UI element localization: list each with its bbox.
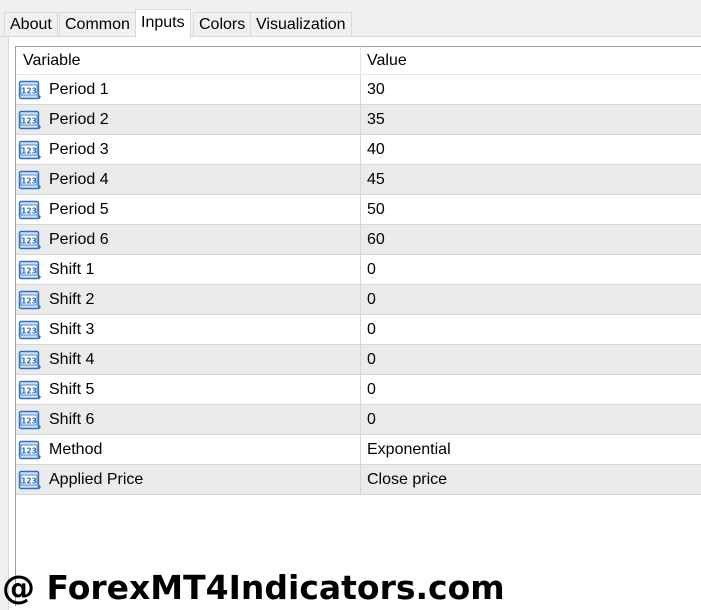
numeric-123-icon: 123	[18, 470, 41, 490]
variable-cell: 123 Shift 5	[16, 375, 361, 404]
numeric-123-icon: 123	[18, 110, 41, 130]
variable-name: Method	[49, 441, 103, 458]
table-row[interactable]: 123 Period 2 35	[16, 105, 701, 135]
numeric-123-icon: 123	[18, 200, 41, 220]
numeric-123-icon: 123	[18, 260, 41, 280]
value-cell[interactable]: Exponential	[361, 435, 701, 464]
variable-cell: 123 Shift 4	[16, 345, 361, 374]
numeric-123-icon: 123	[18, 350, 41, 370]
variable-cell: 123 Method	[16, 435, 361, 464]
column-header-variable[interactable]: Variable	[16, 47, 361, 74]
svg-text:123: 123	[21, 356, 37, 365]
grid-header: Variable Value	[16, 47, 701, 75]
variable-cell: 123 Shift 6	[16, 405, 361, 434]
numeric-123-icon: 123	[18, 230, 41, 250]
svg-text:123: 123	[21, 386, 37, 395]
svg-text:123: 123	[21, 296, 37, 305]
tab-strip: About Common Inputs Colors Visualization	[0, 0, 701, 38]
variable-name: Period 1	[49, 81, 109, 98]
tab-common[interactable]: Common	[59, 12, 136, 36]
value-cell[interactable]: 35	[361, 105, 701, 134]
value-cell[interactable]: 60	[361, 225, 701, 254]
svg-text:123: 123	[21, 416, 37, 425]
value-cell[interactable]: 0	[361, 405, 701, 434]
variable-cell: 123 Period 2	[16, 105, 361, 134]
svg-text:123: 123	[21, 326, 37, 335]
variable-name: Period 3	[49, 141, 109, 158]
table-row[interactable]: 123 Shift 6 0	[16, 405, 701, 435]
value-cell[interactable]: 0	[361, 315, 701, 344]
column-header-value[interactable]: Value	[361, 47, 701, 74]
svg-text:123: 123	[21, 266, 37, 275]
variable-name: Period 6	[49, 231, 109, 248]
numeric-123-icon: 123	[18, 140, 41, 160]
tab-inputs[interactable]: Inputs	[135, 9, 191, 38]
svg-text:123: 123	[21, 236, 37, 245]
svg-text:123: 123	[21, 116, 37, 125]
variable-cell: 123 Applied Price	[16, 465, 361, 494]
value-cell[interactable]: Close price	[361, 465, 701, 494]
variable-cell: 123 Period 4	[16, 165, 361, 194]
table-row[interactable]: 123 Shift 1 0	[16, 255, 701, 285]
svg-text:123: 123	[21, 476, 37, 485]
variable-cell: 123 Period 6	[16, 225, 361, 254]
value-cell[interactable]: 0	[361, 345, 701, 374]
table-row[interactable]: 123 Applied Price Close price	[16, 465, 701, 495]
value-cell[interactable]: 40	[361, 135, 701, 164]
value-cell[interactable]: 0	[361, 285, 701, 314]
table-row[interactable]: 123 Period 4 45	[16, 165, 701, 195]
numeric-123-icon: 123	[18, 170, 41, 190]
variable-cell: 123 Shift 1	[16, 255, 361, 284]
variable-name: Shift 1	[49, 261, 95, 278]
indicator-properties-dialog: About Common Inputs Colors Visualization…	[0, 0, 701, 610]
numeric-123-icon: 123	[18, 380, 41, 400]
tab-visualization[interactable]: Visualization	[250, 12, 352, 36]
variable-name: Period 2	[49, 111, 109, 128]
variable-cell: 123 Shift 3	[16, 315, 361, 344]
svg-text:123: 123	[21, 86, 37, 95]
svg-text:123: 123	[21, 446, 37, 455]
numeric-123-icon: 123	[18, 290, 41, 310]
variable-name: Period 4	[49, 171, 109, 188]
value-cell[interactable]: 30	[361, 75, 701, 104]
variable-name: Shift 5	[49, 381, 95, 398]
inputs-grid: Variable Value 123 Period 1 30 123 Period 2 3…	[15, 46, 701, 606]
variable-name: Shift 2	[49, 291, 95, 308]
watermark-text: @ ForexMT4Indicators.com	[2, 568, 505, 607]
inputs-panel: Variable Value 123 Period 1 30 123 Period 2 3…	[8, 37, 701, 610]
numeric-123-icon: 123	[18, 320, 41, 340]
tab-colors[interactable]: Colors	[193, 12, 252, 36]
value-cell[interactable]: 45	[361, 165, 701, 194]
svg-text:123: 123	[21, 176, 37, 185]
variable-cell: 123 Period 5	[16, 195, 361, 224]
variable-name: Applied Price	[49, 471, 144, 488]
table-row[interactable]: 123 Shift 3 0	[16, 315, 701, 345]
table-row[interactable]: 123 Period 6 60	[16, 225, 701, 255]
tab-about[interactable]: About	[4, 12, 58, 36]
svg-text:123: 123	[21, 146, 37, 155]
svg-text:123: 123	[21, 206, 37, 215]
grid-rows: 123 Period 1 30 123 Period 2 35 123 Period 3 40 1…	[16, 75, 701, 495]
variable-name: Shift 6	[49, 411, 95, 428]
variable-cell: 123 Period 3	[16, 135, 361, 164]
table-row[interactable]: 123 Period 5 50	[16, 195, 701, 225]
numeric-123-icon: 123	[18, 440, 41, 460]
numeric-123-icon: 123	[18, 80, 41, 100]
variable-name: Shift 3	[49, 321, 95, 338]
variable-name: Shift 4	[49, 351, 95, 368]
table-row[interactable]: 123 Period 3 40	[16, 135, 701, 165]
variable-cell: 123 Period 1	[16, 75, 361, 104]
table-row[interactable]: 123 Shift 4 0	[16, 345, 701, 375]
table-row[interactable]: 123 Method Exponential	[16, 435, 701, 465]
table-row[interactable]: 123 Period 1 30	[16, 75, 701, 105]
numeric-123-icon: 123	[18, 410, 41, 430]
variable-cell: 123 Shift 2	[16, 285, 361, 314]
table-row[interactable]: 123 Shift 2 0	[16, 285, 701, 315]
value-cell[interactable]: 0	[361, 255, 701, 284]
value-cell[interactable]: 0	[361, 375, 701, 404]
table-row[interactable]: 123 Shift 5 0	[16, 375, 701, 405]
variable-name: Period 5	[49, 201, 109, 218]
value-cell[interactable]: 50	[361, 195, 701, 224]
